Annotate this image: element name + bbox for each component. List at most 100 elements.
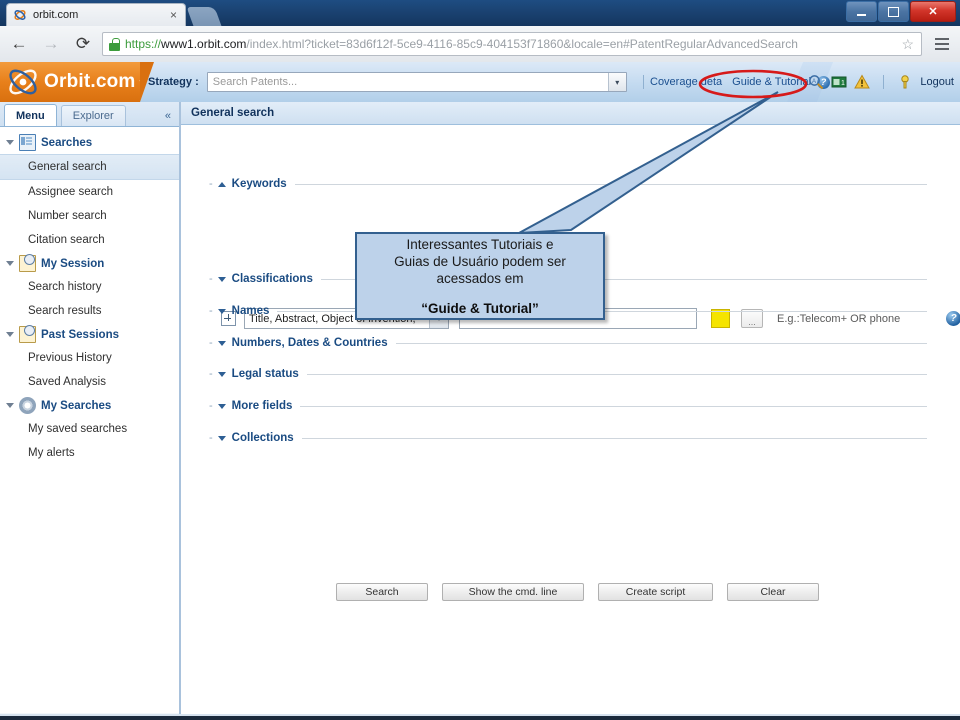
chevron-down-icon[interactable] <box>217 276 226 282</box>
section-dash: - <box>209 337 213 349</box>
strategy-select[interactable]: Search Patents... ▾ <box>206 72 627 92</box>
section-label[interactable]: Keywords <box>232 178 287 190</box>
divider <box>883 75 885 89</box>
sidebar: Menu Explorer « Searches General search … <box>0 102 180 714</box>
section-keywords[interactable]: - Keywords <box>209 176 927 192</box>
sidebar-group-label: Searches <box>41 136 93 149</box>
section-names[interactable]: - Names <box>209 303 927 319</box>
browser-tab[interactable]: orbit.com × <box>6 3 186 26</box>
section-more-fields[interactable]: - More fields <box>209 398 927 414</box>
tab-close-icon[interactable]: × <box>168 9 179 21</box>
coverage-details-link[interactable]: Coverage deta <box>650 76 722 88</box>
sidebar-item-label: My alerts <box>28 447 75 459</box>
close-button[interactable]: ✕ <box>910 1 956 22</box>
search-assist-icon[interactable]: A <box>808 74 824 90</box>
section-label[interactable]: Numbers, Dates & Countries <box>232 337 388 349</box>
tab-menu[interactable]: Menu <box>4 104 57 126</box>
forward-icon[interactable]: → <box>38 31 64 57</box>
show-cmd-line-button[interactable]: Show the cmd. line <box>442 583 584 601</box>
reload-icon[interactable]: ⟳ <box>70 31 96 57</box>
section-numbers-dates-countries[interactable]: - Numbers, Dates & Countries <box>209 335 927 351</box>
clear-button[interactable]: Clear <box>727 583 819 601</box>
alert-warning-icon[interactable] <box>854 74 871 90</box>
chevron-down-icon[interactable] <box>217 371 226 377</box>
chevron-down-icon[interactable] <box>217 403 226 409</box>
sidebar-item-general-search[interactable]: General search <box>0 154 179 180</box>
chevron-up-icon[interactable] <box>217 181 226 187</box>
window-controls: ✕ <box>845 1 956 22</box>
sidebar-item-label: Citation search <box>28 234 105 246</box>
chevron-down-icon <box>6 261 14 266</box>
sidebar-item-my-alerts[interactable]: My alerts <box>0 441 179 465</box>
minimize-button[interactable] <box>846 1 877 22</box>
session-icon <box>19 254 36 272</box>
browser-tab-strip: orbit.com × <box>0 0 960 26</box>
section-label[interactable]: Classifications <box>232 273 313 285</box>
search-button[interactable]: Search <box>336 583 428 601</box>
maximize-button[interactable] <box>878 1 909 22</box>
section-dash: - <box>209 368 213 380</box>
section-rule <box>395 342 927 344</box>
sidebar-item-label: Saved Analysis <box>28 376 106 388</box>
sidebar-group-label: Past Sessions <box>41 328 119 341</box>
sidebar-item-number-search[interactable]: Number search <box>0 204 179 228</box>
logout-link[interactable]: Logout <box>920 76 954 88</box>
section-dash: - <box>209 305 213 317</box>
section-label[interactable]: Collections <box>232 432 294 444</box>
news-icon[interactable]: 1 <box>831 74 847 90</box>
chevron-down-icon[interactable]: ▾ <box>607 73 626 91</box>
bookmark-star-icon[interactable]: ☆ <box>901 36 914 53</box>
guide-tutorial-link[interactable]: Guide & Tutorial <box>732 76 811 88</box>
section-dash: - <box>209 432 213 444</box>
sidebar-item-my-saved-searches[interactable]: My saved searches <box>0 417 179 441</box>
chevron-down-icon[interactable] <box>217 435 226 441</box>
svg-text:1: 1 <box>841 80 845 87</box>
help-icon[interactable]: ? <box>946 311 960 326</box>
sidebar-item-search-results[interactable]: Search results <box>0 299 179 323</box>
section-rule <box>306 373 927 375</box>
tab-explorer[interactable]: Explorer <box>60 105 126 126</box>
url-bar[interactable]: https://www1.orbit.com/index.html?ticket… <box>102 32 922 56</box>
browser-menu-icon[interactable] <box>930 32 954 56</box>
sidebar-group-searches[interactable]: Searches <box>0 131 179 154</box>
back-icon[interactable]: ← <box>6 31 32 57</box>
sidebar-item-search-history[interactable]: Search history <box>0 275 179 299</box>
section-label[interactable]: Names <box>232 305 270 317</box>
sidebar-item-label: My saved searches <box>28 423 128 435</box>
section-dash: - <box>209 273 213 285</box>
strategy-input[interactable]: Search Patents... <box>208 76 608 88</box>
orbit-logo-icon <box>4 63 42 101</box>
new-tab-button[interactable] <box>186 7 222 26</box>
sidebar-item-previous-history[interactable]: Previous History <box>0 346 179 370</box>
section-classifications[interactable]: - Classifications <box>209 271 927 287</box>
section-label[interactable]: More fields <box>232 400 293 412</box>
key-icon[interactable] <box>897 74 913 90</box>
section-label[interactable]: Legal status <box>232 368 299 380</box>
sidebar-group-my-searches[interactable]: My Searches <box>0 394 179 417</box>
chevron-down-icon <box>6 140 14 145</box>
taskbar-edge <box>0 716 960 720</box>
create-script-button[interactable]: Create script <box>598 583 713 601</box>
sidebar-item-citation-search[interactable]: Citation search <box>0 228 179 252</box>
url-path: /index.html?ticket=83d6f12f-5ce9-4116-85… <box>246 37 798 51</box>
sidebar-item-assignee-search[interactable]: Assignee search <box>0 180 179 204</box>
sidebar-group-my-session[interactable]: My Session <box>0 252 179 275</box>
app-header: Orbit.com ▾ Strategy : Search Patents...… <box>0 62 960 103</box>
searches-icon <box>19 134 36 151</box>
header-tools: A 1 Logout <box>808 62 954 102</box>
sidebar-collapse-icon[interactable]: « <box>165 110 171 122</box>
sidebar-item-saved-analysis[interactable]: Saved Analysis <box>0 370 179 394</box>
brand-logo-area[interactable]: Orbit.com ▾ <box>0 62 154 102</box>
chevron-down-icon[interactable] <box>217 308 226 314</box>
section-collections[interactable]: - Collections <box>209 430 927 446</box>
section-legal-status[interactable]: - Legal status <box>209 366 927 382</box>
browser-nav-bar: ← → ⟳ https://www1.orbit.com/index.html?… <box>0 26 960 63</box>
sidebar-group-label: My Session <box>41 257 105 270</box>
url-host: www1.orbit.com <box>161 37 247 51</box>
section-dash: - <box>209 400 213 412</box>
sidebar-group-past-sessions[interactable]: Past Sessions <box>0 323 179 346</box>
chevron-down-icon[interactable] <box>217 340 226 346</box>
section-rule <box>277 310 927 312</box>
section-rule <box>294 183 927 185</box>
brand-name: Orbit.com <box>44 71 136 92</box>
